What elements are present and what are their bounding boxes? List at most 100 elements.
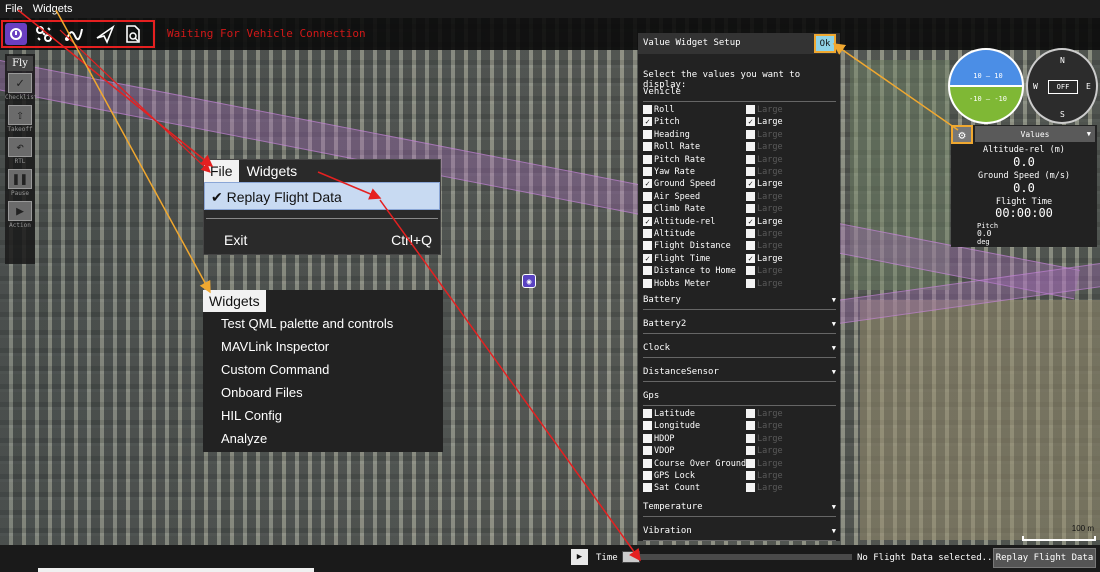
section-vehicle[interactable]: Vehicle (643, 87, 836, 102)
replay-flight-data-item[interactable]: ✔ Replay Flight Data (204, 182, 440, 210)
waypoint-route-icon[interactable] (63, 23, 85, 45)
value-checkbox[interactable] (643, 241, 652, 251)
value-option-row: Longitude Large (643, 421, 836, 433)
large-checkbox[interactable] (746, 421, 755, 431)
widgets-item-custom-command[interactable]: Custom Command (203, 358, 443, 381)
value-option-row: Pitch Rate Large (643, 154, 836, 167)
qgc-logo-icon[interactable] (5, 23, 27, 45)
large-label: Large (757, 167, 783, 177)
menu-file[interactable]: File (0, 3, 28, 15)
value-number: 0.0 (1013, 155, 1035, 169)
widgets-menu-header[interactable]: Widgets (239, 160, 306, 182)
pause-button[interactable]: ❚❚ (8, 169, 32, 189)
large-checkbox[interactable] (746, 241, 755, 251)
plan-icon[interactable] (33, 23, 55, 45)
value-checkbox[interactable] (643, 266, 652, 276)
large-label: Large (757, 278, 783, 289)
value-checkbox[interactable]: ✓ (643, 179, 652, 189)
value-checkbox[interactable]: ✓ (643, 216, 652, 226)
large-option: Large (746, 142, 783, 153)
large-checkbox[interactable] (746, 229, 755, 238)
large-checkbox[interactable]: ✓ (746, 216, 755, 226)
value-checkbox[interactable] (643, 167, 652, 176)
takeoff-button[interactable]: ⇧ (8, 105, 32, 125)
action-button[interactable]: ▶ (8, 201, 32, 221)
large-checkbox[interactable] (746, 471, 755, 480)
section-collapsed[interactable]: Battery2 ▼ (643, 319, 836, 334)
value-checkbox[interactable] (643, 278, 652, 288)
ok-button[interactable]: Ok (814, 34, 836, 53)
section-collapsed[interactable]: Battery ▼ (643, 295, 836, 310)
menu-widgets[interactable]: Widgets (28, 3, 78, 15)
document-analyze-icon[interactable] (122, 23, 144, 45)
large-option: Large (746, 421, 783, 432)
section-gps[interactable]: Gps (643, 391, 836, 406)
value-option-label: Sat Count (654, 483, 701, 494)
panel-title: Value Widget Setup (643, 38, 741, 48)
value-checkbox[interactable] (643, 142, 652, 152)
values-selector[interactable]: Values ▼ (975, 126, 1095, 142)
large-checkbox[interactable] (746, 129, 755, 139)
value-label: Altitude-rel (m) (983, 145, 1065, 155)
file-menu-header[interactable]: File (204, 160, 239, 182)
value-option-label: Altitude-rel (654, 216, 716, 227)
section-collapsed[interactable]: Vibration ▼ (643, 526, 836, 541)
large-checkbox[interactable] (746, 154, 755, 164)
large-checkbox[interactable] (746, 483, 755, 493)
value-checkbox[interactable] (643, 409, 652, 418)
value-checkbox[interactable] (643, 446, 652, 456)
value-checkbox[interactable] (643, 458, 652, 468)
value-checkbox[interactable] (643, 154, 652, 164)
value-checkbox[interactable] (643, 229, 652, 238)
widgets-item-mavlink-inspector[interactable]: MAVLink Inspector (203, 335, 443, 358)
time-slider[interactable] (622, 554, 852, 560)
widgets-item-onboard-files[interactable]: Onboard Files (203, 381, 443, 404)
value-checkbox[interactable] (643, 129, 652, 139)
large-checkbox[interactable] (746, 105, 755, 114)
send-mission-icon[interactable] (94, 23, 116, 45)
large-checkbox[interactable] (746, 278, 755, 288)
value-checkbox[interactable]: ✓ (643, 253, 652, 263)
large-checkbox[interactable]: ✓ (746, 179, 755, 189)
replay-flight-data-button[interactable]: Replay Flight Data (993, 548, 1096, 568)
value-checkbox[interactable] (643, 105, 652, 114)
checklist-button[interactable]: ✓ (8, 73, 32, 93)
large-checkbox[interactable]: ✓ (746, 253, 755, 263)
large-checkbox[interactable] (746, 204, 755, 214)
value-checkbox[interactable] (643, 191, 652, 201)
value-option-row: Roll Rate Large (643, 142, 836, 154)
large-checkbox[interactable] (746, 142, 755, 152)
time-slider-handle[interactable] (622, 551, 640, 563)
large-checkbox[interactable]: ✓ (746, 117, 755, 127)
widgets-menu-header[interactable]: Widgets (203, 290, 266, 312)
exit-item[interactable]: Exit Ctrl+Q (204, 226, 440, 254)
value-checkbox[interactable] (643, 483, 652, 493)
values-selector-label: Values (1020, 129, 1050, 139)
value-checkbox[interactable] (643, 433, 652, 443)
value-checkbox[interactable] (643, 421, 652, 431)
value-option-row: ✓ Altitude-rel ✓ Large (643, 216, 836, 229)
vehicle-marker-icon[interactable]: ◉ (522, 274, 536, 288)
section-collapsed[interactable]: Temperature ▼ (643, 502, 836, 517)
large-option: Large (746, 105, 783, 116)
gear-icon[interactable]: ⚙ (951, 125, 973, 144)
rtl-button[interactable]: ↶ (8, 137, 32, 157)
value-checkbox[interactable] (643, 471, 652, 480)
pitch-value: 0.0 (977, 229, 992, 238)
large-checkbox[interactable] (746, 433, 755, 443)
value-checkbox[interactable]: ✓ (643, 117, 652, 127)
section-collapsed[interactable]: DistanceSensor ▼ (643, 367, 836, 382)
value-option-label: Flight Distance (654, 241, 731, 252)
section-collapsed[interactable]: Clock ▼ (643, 343, 836, 358)
play-button[interactable]: ▶ (571, 549, 588, 565)
large-checkbox[interactable] (746, 458, 755, 468)
value-checkbox[interactable] (643, 204, 652, 214)
widgets-item-hil-config[interactable]: HIL Config (203, 404, 443, 427)
large-checkbox[interactable] (746, 409, 755, 418)
large-checkbox[interactable] (746, 266, 755, 276)
large-checkbox[interactable] (746, 446, 755, 456)
widgets-item-test-qml[interactable]: Test QML palette and controls (203, 312, 443, 335)
large-checkbox[interactable] (746, 167, 755, 176)
large-checkbox[interactable] (746, 191, 755, 201)
widgets-item-analyze[interactable]: Analyze (203, 427, 443, 450)
